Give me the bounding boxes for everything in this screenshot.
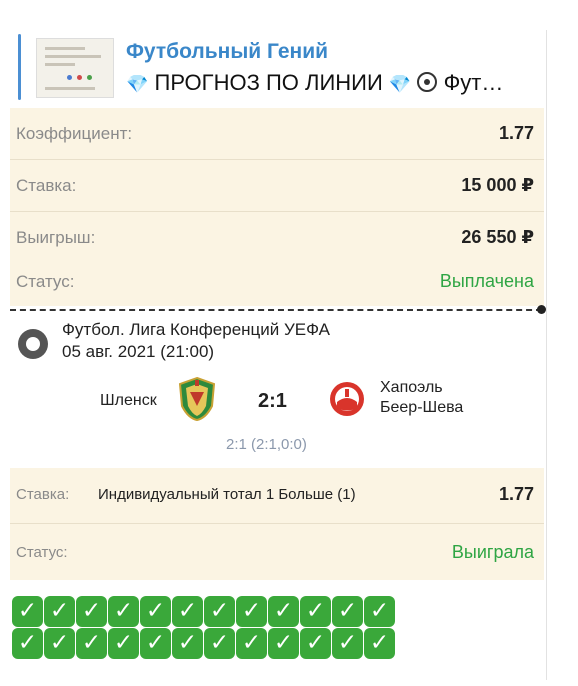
check-mark-icon: ✓ — [44, 596, 75, 627]
bet-status-row: Статус: Выиграла — [10, 524, 544, 580]
check-row: ✓ ✓ ✓ ✓ ✓ ✓ ✓ ✓ ✓ ✓ ✓ ✓ — [12, 596, 402, 627]
status-badge: Выиграла — [451, 542, 534, 562]
away-team-name: Хапоэль Беер-Шева — [380, 378, 463, 418]
check-mark-icon: ✓ — [76, 596, 107, 627]
quote-title: Футбольный Гений — [126, 40, 329, 63]
status-badge: Выплачена — [439, 271, 534, 291]
gem-icon: 💎 — [126, 74, 149, 94]
coupon-row-stake: Ставка: 15 000 ₽ — [10, 160, 544, 212]
reply-quote[interactable]: Футбольный Гений 💎 ПРОГНОЗ ПО ЛИНИИ 💎 Фу… — [18, 34, 548, 100]
event-date: 05 авг. 2021 (21:00) — [62, 342, 215, 361]
gem-icon: 💎 — [388, 74, 412, 94]
check-mark-icon: ✓ — [364, 596, 395, 627]
halftime-score: 2:1 (2:1,0:0) — [226, 436, 307, 453]
bet-row: Ставка: Индивидуальный тотал 1 Больше (1… — [10, 468, 544, 524]
home-team-name: Шленск — [100, 392, 157, 409]
check-mark-icon: ✓ — [204, 596, 235, 627]
check-mark-icon: ✓ — [140, 596, 171, 627]
check-mark-icon: ✓ — [172, 628, 203, 659]
check-emoji-block: ✓ ✓ ✓ ✓ ✓ ✓ ✓ ✓ ✓ ✓ ✓ ✓ ✓ ✓ ✓ ✓ ✓ ✓ ✓ ✓ ✓ ✓ ✓ ✓ — [12, 596, 402, 660]
row-label: Статус: — [16, 272, 75, 291]
match-score: 2:1 — [258, 390, 287, 412]
check-mark-icon: ✓ — [332, 596, 363, 627]
event-league: Футбол. Лига Конференций УЕФА — [62, 320, 331, 339]
check-mark-icon: ✓ — [76, 628, 107, 659]
away-team-line2: Беер-Шева — [380, 399, 464, 416]
soccer-ball-icon — [18, 329, 48, 359]
row-label: Выигрыш: — [16, 228, 96, 247]
check-mark-icon: ✓ — [332, 628, 363, 659]
check-mark-icon: ✓ — [268, 596, 299, 627]
away-team-line1: Хапоэль — [380, 379, 443, 396]
bet-odds: 1.77 — [498, 484, 534, 504]
quote-accent-bar — [18, 34, 21, 100]
row-label: Ставка: — [16, 176, 77, 195]
bet-description: Индивидуальный тотал 1 Больше (1) — [98, 486, 356, 503]
coupon-row-odds: Коэффициент: 1.77 — [10, 108, 544, 160]
row-label: Коэффициент: — [16, 124, 133, 143]
check-mark-icon: ✓ — [12, 596, 43, 627]
check-mark-icon: ✓ — [44, 628, 75, 659]
tear-dot — [537, 305, 546, 314]
check-mark-icon: ✓ — [204, 628, 235, 659]
check-row: ✓ ✓ ✓ ✓ ✓ ✓ ✓ ✓ ✓ ✓ ✓ ✓ — [12, 628, 402, 659]
check-mark-icon: ✓ — [12, 628, 43, 659]
status-label: Статус: — [16, 544, 68, 561]
quote-subtitle-text: ПРОГНОЗ ПО ЛИНИИ — [154, 70, 383, 95]
check-mark-icon: ✓ — [108, 596, 139, 627]
bet-label: Ставка: — [16, 486, 70, 503]
check-mark-icon: ✓ — [364, 628, 395, 659]
home-team-crest-icon — [178, 376, 216, 422]
divider — [546, 30, 547, 680]
tear-line — [10, 309, 542, 311]
soccer-ball-icon — [417, 72, 438, 92]
quote-thumbnail — [36, 38, 114, 98]
away-team-crest-icon — [330, 382, 364, 416]
event-card[interactable]: Футбол. Лига Конференций УЕФА 05 авг. 20… — [10, 316, 544, 468]
row-value: 26 550 ₽ — [461, 227, 534, 247]
check-mark-icon: ✓ — [300, 596, 331, 627]
row-value: 1.77 — [498, 123, 534, 143]
check-mark-icon: ✓ — [300, 628, 331, 659]
check-mark-icon: ✓ — [172, 596, 203, 627]
check-mark-icon: ✓ — [140, 628, 171, 659]
quote-subtitle-tail: Фут… — [443, 70, 504, 95]
coupon-row-status: Статус: Выплачена — [10, 256, 544, 306]
check-mark-icon: ✓ — [108, 628, 139, 659]
check-mark-icon: ✓ — [268, 628, 299, 659]
check-mark-icon: ✓ — [236, 596, 267, 627]
check-mark-icon: ✓ — [236, 628, 267, 659]
row-value: 15 000 ₽ — [461, 175, 534, 195]
quote-subtitle: 💎 ПРОГНОЗ ПО ЛИНИИ 💎 Фут… — [126, 70, 546, 96]
